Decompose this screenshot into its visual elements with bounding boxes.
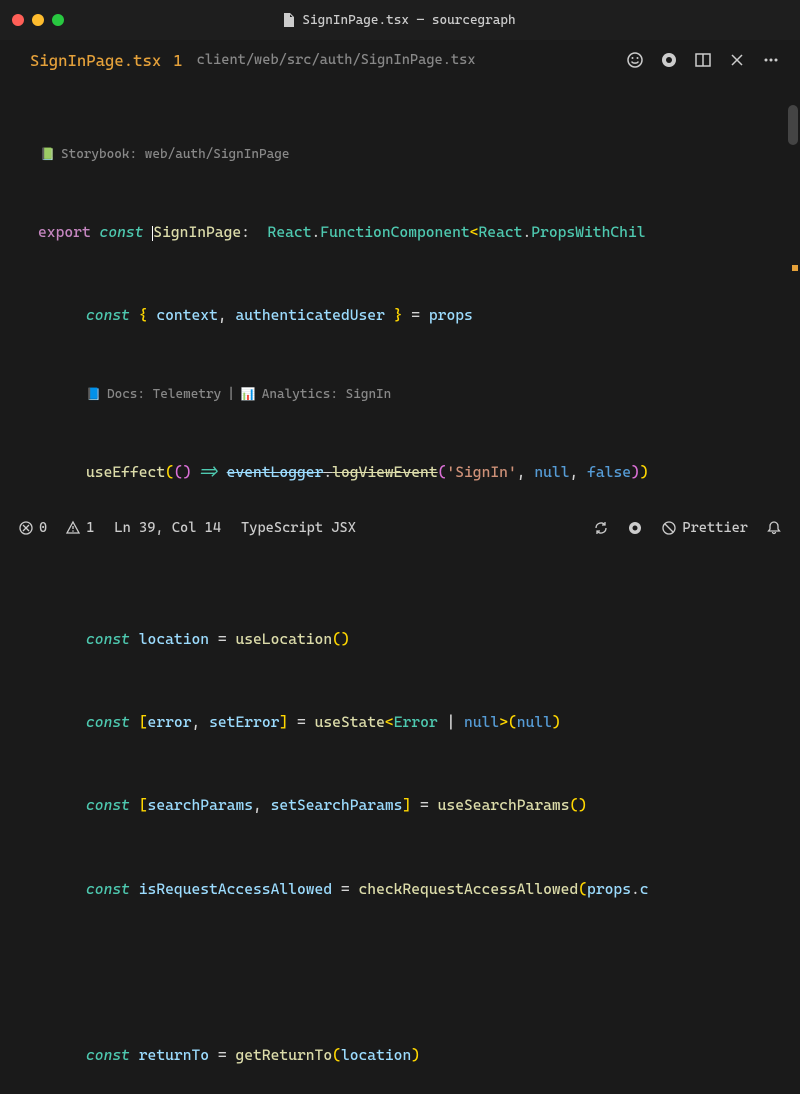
- code-line[interactable]: const [searchParams, setSearchParams] = …: [38, 792, 800, 820]
- close-icon[interactable]: [728, 51, 746, 69]
- editor[interactable]: 📗 Storybook: web/auth/SignInPage export …: [0, 80, 800, 1094]
- window-title: SignInPage.tsx — sourcegraph: [64, 13, 734, 28]
- tab-filename[interactable]: SignInPage.tsx: [30, 51, 161, 70]
- error-icon: [18, 520, 34, 536]
- codelens-docs-text: Docs: Telemetry: [107, 386, 221, 404]
- code-line[interactable]: [38, 959, 800, 987]
- tabbar: SignInPage.tsx 1 client/web/src/auth/Sig…: [0, 40, 800, 80]
- codelens-docs[interactable]: 📘 Docs: Telemetry | 📊 Analytics: SignIn: [38, 386, 800, 404]
- window-title-text: SignInPage.tsx — sourcegraph: [302, 13, 515, 28]
- codelens-storybook-text: Storybook: web/auth/SignInPage: [61, 146, 290, 164]
- storybook-icon: 📗: [40, 146, 55, 163]
- split-editor-icon[interactable]: [694, 51, 712, 69]
- sync-icon[interactable]: [593, 520, 609, 536]
- status-cursor-position[interactable]: Ln 39, Col 14: [114, 520, 221, 536]
- smile-icon[interactable]: [626, 51, 644, 69]
- scrollbar-thumb[interactable]: [788, 105, 798, 145]
- statusbar: 0 1 Ln 39, Col 14 TypeScript JSX Prettie…: [0, 514, 800, 542]
- scrollbar[interactable]: [788, 85, 798, 485]
- code-line[interactable]: const [error, setError] = useState<Error…: [38, 709, 800, 737]
- minimap-marker: [792, 265, 798, 271]
- traffic-lights: [12, 14, 64, 26]
- more-icon[interactable]: [762, 51, 780, 69]
- analytics-icon: 📊: [241, 386, 256, 403]
- tab-dirty-indicator: 1: [173, 51, 182, 70]
- titlebar: SignInPage.tsx — sourcegraph: [0, 0, 800, 40]
- gear-icon[interactable]: [660, 51, 678, 69]
- code-line[interactable]: export const SignInPage: React.FunctionC…: [38, 219, 800, 247]
- file-icon: [282, 13, 296, 27]
- status-prettier-text: Prettier: [682, 520, 748, 536]
- status-language[interactable]: TypeScript JSX: [241, 520, 356, 536]
- code-line[interactable]: const { context, authenticatedUser } = p…: [38, 302, 800, 330]
- close-window-button[interactable]: [12, 14, 24, 26]
- status-warnings[interactable]: 1: [65, 520, 94, 536]
- code-line[interactable]: const returnTo = getReturnTo(location): [38, 1042, 800, 1070]
- minimize-window-button[interactable]: [32, 14, 44, 26]
- bell-icon[interactable]: [766, 520, 782, 536]
- codelens-analytics-text: Analytics: SignIn: [262, 386, 392, 404]
- code-line[interactable]: useEffect(() => eventLogger.logViewEvent…: [38, 459, 800, 487]
- breadcrumb[interactable]: client/web/src/auth/SignInPage.tsx: [197, 52, 476, 68]
- status-prettier[interactable]: Prettier: [661, 520, 748, 536]
- status-warnings-count: 1: [86, 520, 94, 536]
- status-errors[interactable]: 0: [18, 520, 47, 536]
- maximize-window-button[interactable]: [52, 14, 64, 26]
- tab-actions: [626, 51, 780, 69]
- codelens-storybook[interactable]: 📗 Storybook: web/auth/SignInPage: [38, 146, 800, 164]
- code-line[interactable]: const location = useLocation(): [38, 626, 800, 654]
- gear-icon[interactable]: [627, 520, 643, 536]
- docs-icon: 📘: [86, 386, 101, 403]
- status-errors-count: 0: [39, 520, 47, 536]
- warning-icon: [65, 520, 81, 536]
- prettier-block-icon: [661, 520, 677, 536]
- code-line[interactable]: const isRequestAccessAllowed = checkRequ…: [38, 876, 800, 904]
